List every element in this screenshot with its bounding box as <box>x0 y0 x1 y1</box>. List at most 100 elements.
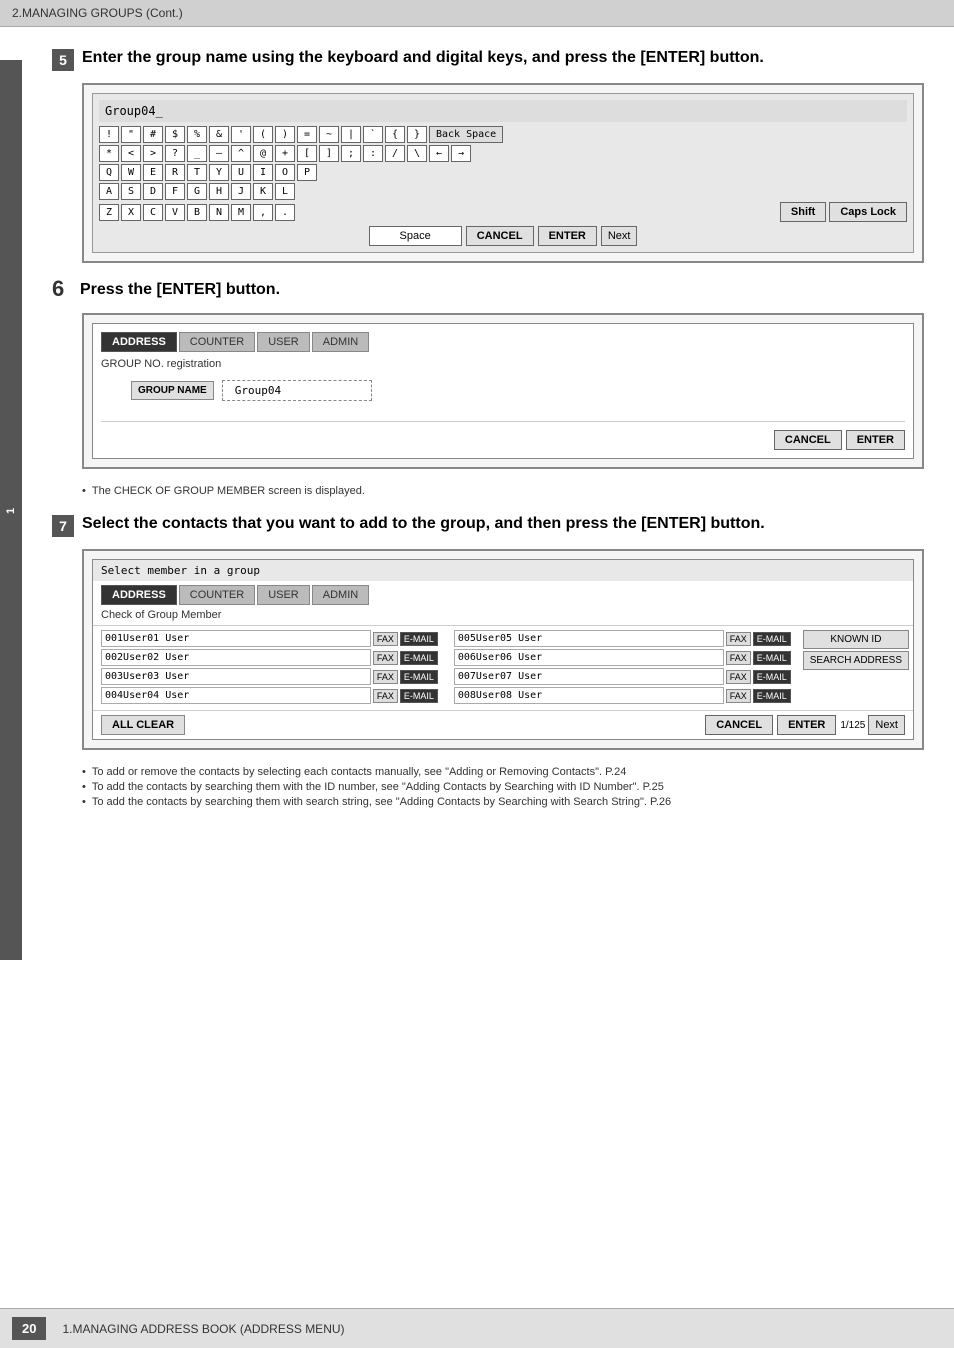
kb-key-c[interactable]: C <box>143 204 163 221</box>
kb-key-hash[interactable]: # <box>143 126 163 143</box>
kb-key-p[interactable]: P <box>297 164 317 181</box>
kb-key-lt[interactable]: < <box>121 145 141 162</box>
kb-key-v[interactable]: V <box>165 204 185 221</box>
kb-key-k[interactable]: K <box>253 183 273 200</box>
member-enter-button[interactable]: ENTER <box>777 715 836 735</box>
kb-key-n[interactable]: N <box>209 204 229 221</box>
kb-key-amp[interactable]: & <box>209 126 229 143</box>
kb-key-gt[interactable]: > <box>143 145 163 162</box>
reg-cancel-button[interactable]: CANCEL <box>774 430 842 450</box>
all-clear-button[interactable]: ALL CLEAR <box>101 715 185 735</box>
kb-key-dollar[interactable]: $ <box>165 126 185 143</box>
member-name-6[interactable]: 006User06 User <box>454 649 724 666</box>
kb-next-button[interactable]: Next <box>601 226 638 246</box>
kb-key-question[interactable]: ? <box>165 145 185 162</box>
page-number: 1/125 <box>840 720 865 731</box>
kb-key-underscore[interactable]: _ <box>187 145 207 162</box>
kb-key-backslash[interactable]: \ <box>407 145 427 162</box>
kb-key-pipe[interactable]: | <box>341 126 361 143</box>
search-address-button[interactable]: SEARCH ADDRESS <box>803 651 909 670</box>
member-name-5[interactable]: 005User05 User <box>454 630 724 647</box>
kb-key-equals[interactable]: = <box>297 126 317 143</box>
kb-space-button[interactable]: Space <box>369 226 462 246</box>
kb-key-fwdslash[interactable]: / <box>385 145 405 162</box>
member-tab-admin[interactable]: ADMIN <box>312 585 369 605</box>
kb-key-colon[interactable]: : <box>363 145 383 162</box>
kb-key-x[interactable]: X <box>121 204 141 221</box>
kb-backspace[interactable]: Back Space <box>429 126 503 143</box>
kb-key-at[interactable]: @ <box>253 145 273 162</box>
kb-key-quote[interactable]: " <box>121 126 141 143</box>
kb-key-right-arrow[interactable]: → <box>451 145 471 162</box>
member-name-4[interactable]: 004User04 User <box>101 687 371 704</box>
kb-key-rbracket[interactable]: ] <box>319 145 339 162</box>
member-tab-counter[interactable]: COUNTER <box>179 585 255 605</box>
kb-enter-button[interactable]: ENTER <box>538 226 597 246</box>
kb-key-exclaim[interactable]: ! <box>99 126 119 143</box>
tab-user[interactable]: USER <box>257 332 310 352</box>
kb-cancel-button[interactable]: CANCEL <box>466 226 534 246</box>
kb-key-semicolon[interactable]: ; <box>341 145 361 162</box>
kb-key-apos[interactable]: ' <box>231 126 251 143</box>
member-next-button[interactable]: Next <box>868 715 905 735</box>
member-name-1[interactable]: 001User01 User <box>101 630 371 647</box>
kb-key-w[interactable]: W <box>121 164 141 181</box>
kb-key-q[interactable]: Q <box>99 164 119 181</box>
member-name-8[interactable]: 008User08 User <box>454 687 724 704</box>
kb-key-comma[interactable]: , <box>253 204 273 221</box>
member-email-tag-6: E-MAIL <box>753 651 791 665</box>
kb-key-o[interactable]: O <box>275 164 295 181</box>
member-name-7[interactable]: 007User07 User <box>454 668 724 685</box>
kb-key-backtick[interactable]: ` <box>363 126 383 143</box>
kb-key-b[interactable]: B <box>187 204 207 221</box>
kb-row-zxcv: Z X C V B N M , . Shift Caps Lock <box>99 202 907 222</box>
kb-key-u[interactable]: U <box>231 164 251 181</box>
kb-key-z[interactable]: Z <box>99 204 119 221</box>
kb-key-plus[interactable]: + <box>275 145 295 162</box>
kb-key-rbrace[interactable]: } <box>407 126 427 143</box>
tab-address[interactable]: ADDRESS <box>101 332 177 352</box>
member-fax-tag-7: FAX <box>726 670 751 684</box>
kb-key-tilde[interactable]: ~ <box>319 126 339 143</box>
kb-key-lbracket[interactable]: [ <box>297 145 317 162</box>
kb-key-h[interactable]: H <box>209 183 229 200</box>
kb-shift-button[interactable]: Shift <box>780 202 826 222</box>
reg-enter-button[interactable]: ENTER <box>846 430 905 450</box>
kb-key-a[interactable]: A <box>99 183 119 200</box>
member-cancel-button[interactable]: CANCEL <box>705 715 773 735</box>
table-row: 005User05 User FAX E-MAIL <box>454 630 791 647</box>
kb-key-l[interactable]: L <box>275 183 295 200</box>
member-name-2[interactable]: 002User02 User <box>101 649 371 666</box>
kb-key-lparen[interactable]: ( <box>253 126 273 143</box>
kb-key-r[interactable]: R <box>165 164 185 181</box>
kb-key-rparen[interactable]: ) <box>275 126 295 143</box>
member-fax-tag-6: FAX <box>726 651 751 665</box>
kb-key-star[interactable]: * <box>99 145 119 162</box>
kb-key-d[interactable]: D <box>143 183 163 200</box>
kb-key-m[interactable]: M <box>231 204 251 221</box>
kb-key-e[interactable]: E <box>143 164 163 181</box>
kb-key-percent[interactable]: % <box>187 126 207 143</box>
kb-key-j[interactable]: J <box>231 183 251 200</box>
kb-key-i[interactable]: I <box>253 164 273 181</box>
kb-key-f[interactable]: F <box>165 183 185 200</box>
member-tab-user[interactable]: USER <box>257 585 310 605</box>
member-tab-address[interactable]: ADDRESS <box>101 585 177 605</box>
known-id-button[interactable]: KNOWN ID <box>803 630 909 649</box>
kb-key-t[interactable]: T <box>187 164 207 181</box>
kb-key-left-arrow[interactable]: ← <box>429 145 449 162</box>
kb-key-caret[interactable]: ^ <box>231 145 251 162</box>
kb-key-dash[interactable]: — <box>209 145 229 162</box>
kb-key-y[interactable]: Y <box>209 164 229 181</box>
tab-counter[interactable]: COUNTER <box>179 332 255 352</box>
member-list-area: 001User01 User FAX E-MAIL 002User02 User… <box>93 626 913 710</box>
member-name-3[interactable]: 003User03 User <box>101 668 371 685</box>
kb-key-g[interactable]: G <box>187 183 207 200</box>
kb-key-s[interactable]: S <box>121 183 141 200</box>
member-email-tag-4: E-MAIL <box>400 689 438 703</box>
keyboard-input: Group04_ <box>99 100 907 122</box>
tab-admin[interactable]: ADMIN <box>312 332 369 352</box>
kb-caps-button[interactable]: Caps Lock <box>829 202 907 222</box>
kb-key-period[interactable]: . <box>275 204 295 221</box>
kb-key-lbrace[interactable]: { <box>385 126 405 143</box>
